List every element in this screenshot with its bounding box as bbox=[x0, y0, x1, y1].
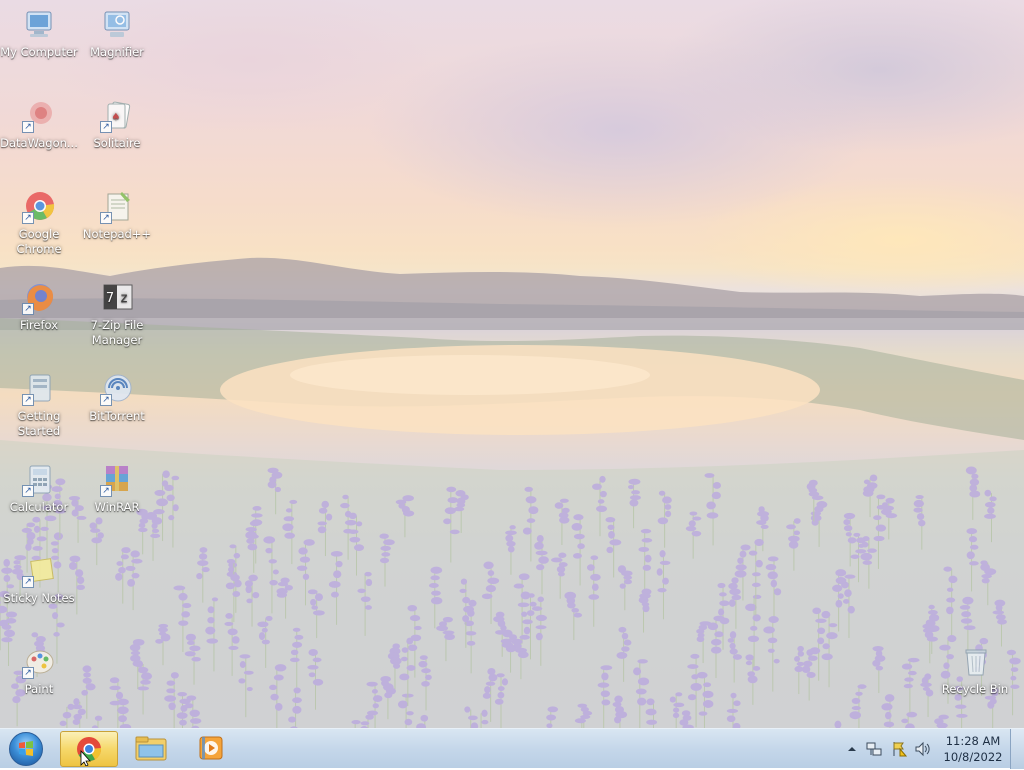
desktop-icon-my-computer[interactable]: My Computer bbox=[0, 8, 78, 60]
desktop-icon-solitaire[interactable]: ♠ ↗ Solitaire bbox=[78, 99, 156, 151]
desktop-icon-datawagon[interactable]: ↗ DataWagon... bbox=[0, 99, 78, 151]
windows-start-orb-icon bbox=[9, 732, 43, 766]
desktop-icon-winrar[interactable]: ↗ WinRAR bbox=[78, 463, 156, 515]
svg-text:z: z bbox=[121, 291, 128, 306]
firefox-icon: ↗ bbox=[22, 281, 56, 315]
getting-started-icon: ↗ bbox=[22, 372, 56, 406]
file-explorer-icon bbox=[122, 731, 180, 765]
shortcut-arrow-icon: ↗ bbox=[100, 212, 112, 224]
action-center-flag-icon[interactable] bbox=[891, 741, 907, 757]
chrome-icon: ↗ bbox=[22, 190, 56, 224]
desktop-icon-calculator[interactable]: ↗ Calculator bbox=[0, 463, 78, 515]
desktop-icon-label: Getting Started bbox=[0, 409, 78, 439]
desktop-icon-label: Magnifier bbox=[78, 45, 156, 60]
sticky-notes-icon: ↗ bbox=[22, 554, 56, 588]
winrar-icon: ↗ bbox=[100, 463, 134, 497]
desktop-icon-firefox[interactable]: ↗ Firefox bbox=[0, 281, 78, 333]
notepadpp-icon: ↗ bbox=[100, 190, 134, 224]
desktop-icon-label: Sticky Notes bbox=[0, 591, 78, 606]
desktop-icon-label: Solitaire bbox=[78, 136, 156, 151]
start-button[interactable] bbox=[6, 731, 46, 767]
shortcut-arrow-icon: ↗ bbox=[22, 576, 34, 588]
desktop-icon-label: WinRAR bbox=[78, 500, 156, 515]
taskbar: 11:28 AM 10/8/2022 bbox=[0, 728, 1024, 768]
show-desktop-button[interactable] bbox=[1010, 729, 1024, 769]
taskbar-media-player-button[interactable] bbox=[182, 731, 240, 767]
desktop: My Computer ↗ DataWagon... ↗ Google Chro… bbox=[0, 0, 1024, 728]
chrome-icon bbox=[61, 732, 117, 766]
desktop-icon-label: Paint bbox=[0, 682, 78, 697]
desktop-icon-magnifier[interactable]: Magnifier bbox=[78, 8, 156, 60]
taskbar-file-explorer-button[interactable] bbox=[122, 731, 180, 767]
network-icon[interactable] bbox=[866, 741, 882, 757]
shortcut-arrow-icon: ↗ bbox=[100, 121, 112, 133]
desktop-icon-label: Google Chrome bbox=[0, 227, 78, 257]
desktop-icon-google-chrome[interactable]: ↗ Google Chrome bbox=[0, 190, 78, 257]
shortcut-arrow-icon: ↗ bbox=[100, 485, 112, 497]
datawagon-icon: ↗ bbox=[22, 99, 56, 133]
recycle-bin-icon bbox=[958, 645, 992, 679]
taskbar-clock[interactable]: 11:28 AM 10/8/2022 bbox=[938, 733, 1008, 765]
desktop-icon-label: My Computer bbox=[0, 45, 78, 60]
shortcut-arrow-icon: ↗ bbox=[22, 121, 34, 133]
shortcut-arrow-icon: ↗ bbox=[22, 212, 34, 224]
paint-icon: ↗ bbox=[22, 645, 56, 679]
solitaire-icon: ♠ ↗ bbox=[100, 99, 134, 133]
clock-date: 10/8/2022 bbox=[938, 749, 1008, 765]
desktop-icon-label: DataWagon... bbox=[0, 136, 78, 151]
shortcut-arrow-icon: ↗ bbox=[22, 485, 34, 497]
desktop-icon-label: Notepad++ bbox=[78, 227, 156, 242]
desktop-icon-getting-started[interactable]: ↗ Getting Started bbox=[0, 372, 78, 439]
shortcut-arrow-icon: ↗ bbox=[100, 394, 112, 406]
desktop-icon-label: BitTorrent bbox=[78, 409, 156, 424]
calculator-icon: ↗ bbox=[22, 463, 56, 497]
clock-time: 11:28 AM bbox=[938, 733, 1008, 749]
taskbar-chrome-button[interactable] bbox=[60, 731, 118, 767]
desktop-icon-7zip[interactable]: 7z 7-Zip File Manager bbox=[78, 281, 156, 348]
volume-icon[interactable] bbox=[914, 741, 930, 757]
shortcut-arrow-icon: ↗ bbox=[22, 667, 34, 679]
magnifier-icon bbox=[100, 8, 134, 42]
shortcut-arrow-icon: ↗ bbox=[22, 394, 34, 406]
desktop-icon-sticky-notes[interactable]: ↗ Sticky Notes bbox=[0, 554, 78, 606]
desktop-icon-label: Firefox bbox=[0, 318, 78, 333]
desktop-icon-bittorrent[interactable]: ↗ BitTorrent bbox=[78, 372, 156, 424]
svg-text:7: 7 bbox=[106, 291, 114, 306]
show-hidden-icons-arrow-icon[interactable] bbox=[844, 741, 860, 757]
shortcut-arrow-icon: ↗ bbox=[22, 303, 34, 315]
bittorrent-icon: ↗ bbox=[100, 372, 134, 406]
7zip-icon: 7z bbox=[100, 281, 134, 315]
desktop-icon-label: Calculator bbox=[0, 500, 78, 515]
desktop-icon-label: Recycle Bin bbox=[936, 682, 1014, 697]
media-player-icon bbox=[182, 731, 240, 765]
desktop-icon-label: 7-Zip File Manager bbox=[78, 318, 156, 348]
desktop-icon-recycle-bin[interactable]: Recycle Bin bbox=[936, 645, 1014, 697]
desktop-icon-paint[interactable]: ↗ Paint bbox=[0, 645, 78, 697]
computer-icon bbox=[22, 8, 56, 42]
svg-text:♠: ♠ bbox=[112, 112, 121, 123]
desktop-icon-notepadpp[interactable]: ↗ Notepad++ bbox=[78, 190, 156, 242]
